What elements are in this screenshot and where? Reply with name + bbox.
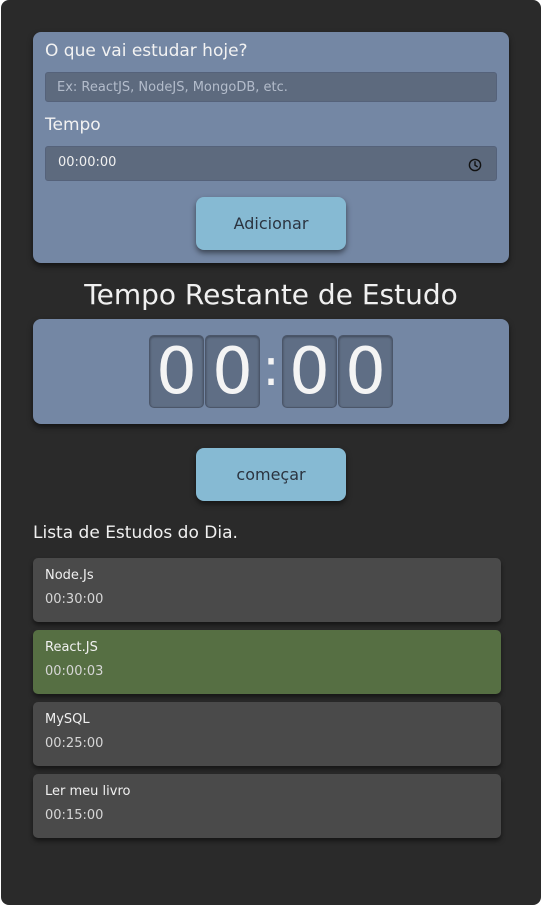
time-label: Tempo bbox=[45, 115, 101, 135]
seconds-ones-digit: 0 bbox=[338, 335, 393, 408]
app-container: O que vai estudar hoje? Tempo 00:00:00 A… bbox=[1, 0, 541, 905]
time-input-value[interactable]: 00:00:00 bbox=[58, 155, 116, 170]
study-item-time: 00:00:03 bbox=[45, 664, 104, 679]
study-item-time: 00:15:00 bbox=[45, 808, 104, 823]
time-separator: : bbox=[262, 338, 280, 398]
countdown-display: 0 0 : 0 0 bbox=[33, 319, 509, 424]
minutes-ones-digit: 0 bbox=[205, 335, 260, 408]
start-button[interactable]: começar bbox=[196, 448, 346, 501]
subject-input[interactable] bbox=[45, 72, 497, 102]
timer-title: Tempo Restante de Estudo bbox=[84, 278, 458, 311]
clock-icon[interactable] bbox=[468, 158, 482, 172]
study-item-reactjs[interactable]: React.JS 00:00:03 bbox=[33, 630, 501, 694]
study-item-name: Node.Js bbox=[45, 568, 94, 583]
add-button[interactable]: Adicionar bbox=[196, 197, 346, 250]
study-item-time: 00:25:00 bbox=[45, 736, 104, 751]
study-item-mysql[interactable]: MySQL 00:25:00 bbox=[33, 702, 501, 766]
minutes-tens-digit: 0 bbox=[149, 335, 204, 408]
study-item-name: Ler meu livro bbox=[45, 784, 131, 799]
study-item-name: MySQL bbox=[45, 712, 90, 727]
study-item-name: React.JS bbox=[45, 640, 98, 655]
subject-label: O que vai estudar hoje? bbox=[45, 41, 248, 61]
study-form: O que vai estudar hoje? Tempo 00:00:00 A… bbox=[33, 32, 509, 263]
study-list: Node.Js 00:30:00 React.JS 00:00:03 MySQL… bbox=[33, 558, 501, 846]
time-input[interactable]: 00:00:00 bbox=[45, 146, 497, 181]
seconds-tens-digit: 0 bbox=[282, 335, 337, 408]
study-list-title: Lista de Estudos do Dia. bbox=[33, 523, 238, 543]
study-item-ler-meu-livro[interactable]: Ler meu livro 00:15:00 bbox=[33, 774, 501, 838]
study-item-time: 00:30:00 bbox=[45, 592, 104, 607]
study-item-nodejs[interactable]: Node.Js 00:30:00 bbox=[33, 558, 501, 622]
